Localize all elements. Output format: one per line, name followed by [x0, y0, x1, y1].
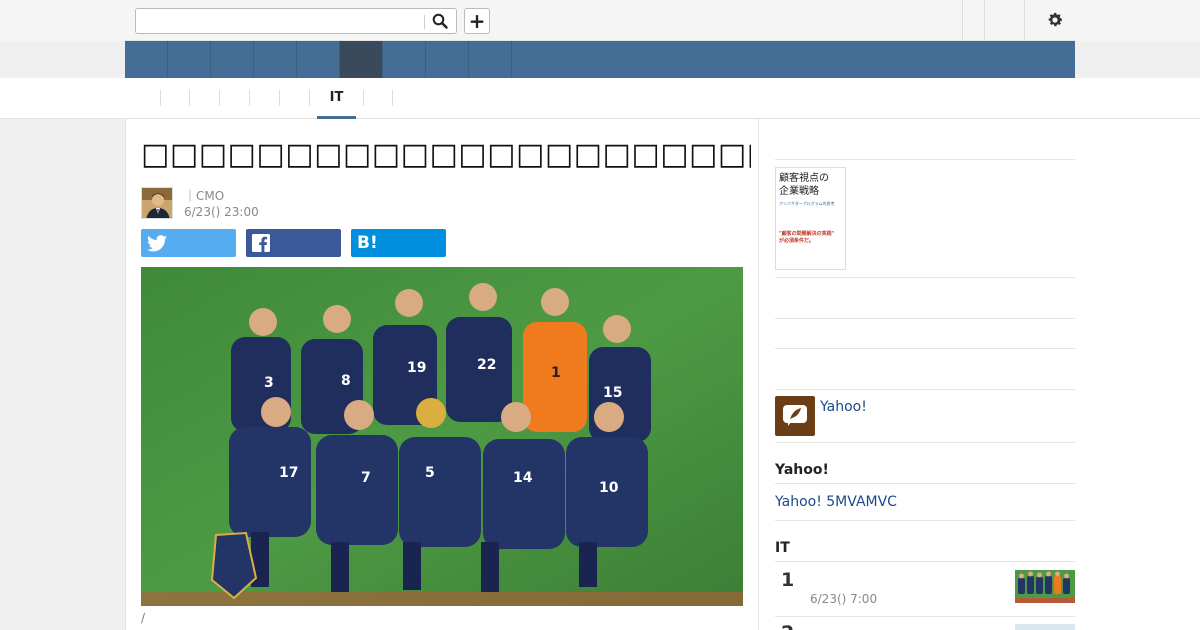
hatena-share-button[interactable]: B! — [351, 229, 446, 257]
article-title: □□□□□□□□□□□□□□□□□□□□□□□□□4□□□□□□□□ — [141, 137, 751, 172]
book-title-1: 顧客視点の — [779, 173, 829, 184]
svg-text:10: 10 — [599, 480, 619, 496]
nav-item-8[interactable] — [469, 41, 512, 78]
sidebar-divider — [775, 159, 1075, 160]
twitter-icon — [147, 234, 167, 251]
subnav-tab-it[interactable]: IT — [317, 78, 356, 119]
main-nav — [125, 41, 1075, 78]
ranking-thumbnail[interactable] — [1015, 624, 1075, 630]
search-box — [135, 8, 457, 34]
subnav-item-7[interactable] — [363, 90, 393, 106]
nav-item-6[interactable] — [383, 41, 426, 78]
gear-icon — [1048, 12, 1063, 27]
twitter-share-button[interactable] — [141, 229, 236, 257]
section-link-yahoo[interactable]: Yahoo! 5MVAMVC — [775, 494, 897, 510]
sidebar-divider — [775, 561, 1075, 562]
add-button[interactable]: + — [464, 8, 490, 34]
article-main: □□□□□□□□□□□□□□□□□□□□□□□□□4□□□□□□□□ ｜CMO … — [125, 119, 759, 630]
settings-button[interactable] — [1035, 0, 1075, 40]
hatena-icon: B! — [357, 233, 378, 253]
facebook-share-button[interactable] — [246, 229, 341, 257]
nav-item-4[interactable] — [254, 41, 297, 78]
nav-item-1[interactable] — [125, 41, 168, 78]
sidebar-divider — [775, 616, 1075, 617]
search-icon — [432, 13, 448, 29]
sub-nav: IT — [0, 78, 1200, 119]
top-menu-slot-1[interactable] — [962, 0, 984, 40]
nav-item-5[interactable] — [297, 41, 340, 78]
svg-text:1: 1 — [551, 365, 561, 381]
svg-text:19: 19 — [407, 360, 426, 376]
article-hero-image[interactable]: 3 8 19 22 1 15 17 7 5 14 10 — [141, 267, 743, 606]
subnav-item-2[interactable] — [190, 90, 220, 106]
svg-text:15: 15 — [603, 385, 622, 401]
team-photo: 3 8 19 22 1 15 17 7 5 14 10 — [141, 267, 743, 606]
sidebar-divider — [775, 442, 1075, 443]
nav-item-3[interactable] — [211, 41, 254, 78]
sidebar-divider — [775, 389, 1075, 390]
image-caption: / — [141, 611, 146, 625]
blog-link[interactable]: Yahoo! — [820, 399, 867, 415]
ranking-thumbnail[interactable] — [1015, 570, 1075, 603]
author-photo — [142, 188, 172, 218]
ranking-number: 2 — [781, 622, 794, 630]
book-title-2: 企業戦略 — [779, 186, 819, 197]
sidebar-divider — [775, 318, 1075, 319]
subnav-item-1[interactable] — [160, 90, 190, 106]
svg-text:17: 17 — [279, 465, 298, 481]
svg-text:3: 3 — [264, 375, 274, 391]
top-menu-divider — [1024, 0, 1025, 40]
facebook-icon — [252, 234, 270, 252]
svg-text:22: 22 — [477, 357, 496, 373]
book-footer-2: が必須条件だ。 — [779, 238, 814, 244]
sidebar: 顧客視点の 企業戦略 アンバサダープログラム的思考 "顧客の問題解決の実践" が… — [759, 119, 1200, 630]
ranking-title: IT — [775, 540, 790, 556]
plus-icon: + — [468, 9, 486, 33]
search-input[interactable] — [136, 9, 424, 33]
nav-item-active[interactable] — [340, 41, 383, 78]
ranking-date: 6/23() 7:00 — [810, 592, 878, 606]
author-meta: ｜CMO 6/23() 23:00 — [184, 188, 259, 220]
top-bar-inner: + — [125, 0, 1075, 41]
blog-pen-icon — [783, 405, 807, 426]
svg-text:8: 8 — [341, 373, 351, 389]
top-menu-slot-2[interactable] — [984, 0, 1024, 40]
ranking-thumb-image — [1015, 570, 1075, 603]
book-ad[interactable]: 顧客視点の 企業戦略 アンバサダープログラム的思考 "顧客の問題解決の実践" が… — [775, 167, 846, 270]
nav-item-2[interactable] — [168, 41, 211, 78]
sidebar-divider — [775, 348, 1075, 349]
search-separator — [424, 15, 425, 29]
sidebar-divider — [775, 520, 1075, 521]
nav-item-7[interactable] — [426, 41, 469, 78]
section-title-yahoo: Yahoo! — [775, 462, 829, 478]
subnav-item-3[interactable] — [220, 90, 250, 106]
svg-text:14: 14 — [513, 470, 533, 486]
blog-icon[interactable] — [775, 396, 815, 436]
book-subtitle: アンバサダープログラム的思考 — [779, 201, 835, 206]
book-footer: "顧客の問題解決の実践" — [779, 231, 835, 237]
sidebar-divider — [775, 277, 1075, 278]
svg-text:5: 5 — [425, 465, 435, 481]
search-button[interactable] — [430, 12, 450, 30]
author-avatar[interactable] — [141, 187, 173, 219]
ranking-number: 1 — [781, 569, 795, 591]
sidebar-divider — [775, 483, 1075, 484]
subnav-item-4[interactable] — [250, 90, 280, 106]
author-role: ｜CMO — [184, 189, 225, 203]
subnav-item-5[interactable] — [280, 90, 310, 106]
article-date: 6/23() 23:00 — [184, 205, 259, 219]
sidebar-inner: 顧客視点の 企業戦略 アンバサダープログラム的思考 "顧客の問題解決の実践" が… — [775, 119, 1075, 630]
svg-text:7: 7 — [361, 470, 371, 486]
